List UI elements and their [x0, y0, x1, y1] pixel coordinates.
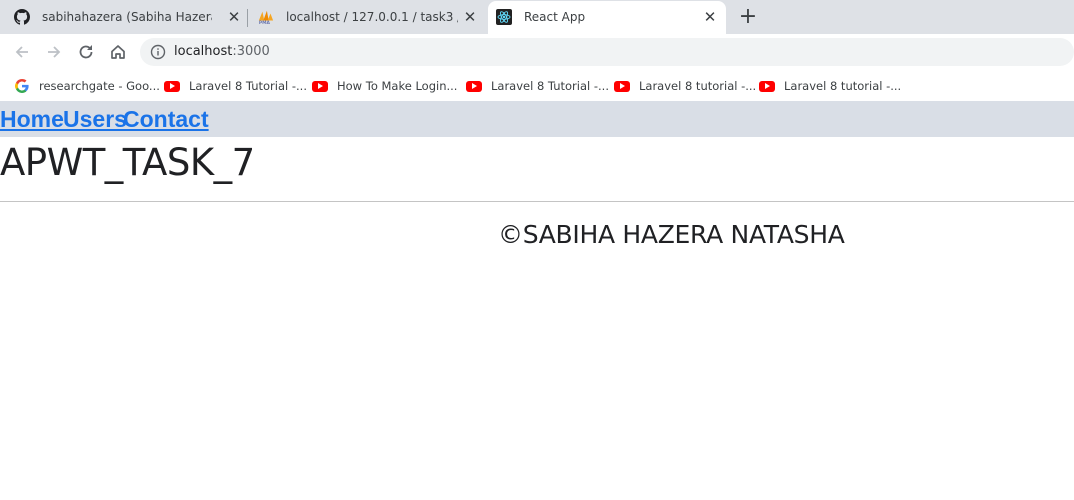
bookmark-item[interactable]: Laravel 8 Tutorial -...	[164, 77, 307, 95]
phpmyadmin-icon: PMA	[258, 9, 274, 25]
site-nav: Home Users Contact	[0, 101, 1074, 137]
address-bar[interactable]: localhost:3000	[140, 38, 1074, 66]
bookmark-item[interactable]: researchgate - Goo...	[14, 77, 160, 95]
github-icon	[14, 9, 30, 25]
footer-copyright: ©SABIHA HAZERA NATASHA	[498, 220, 845, 249]
tab-separator	[247, 9, 248, 27]
arrow-right-icon	[48, 46, 61, 58]
bookmark-label: researchgate - Goo...	[39, 79, 160, 93]
page-title: APWT_TASK_7	[0, 141, 255, 184]
url-port: :3000	[232, 44, 270, 59]
bookmark-item[interactable]: Laravel 8 tutorial -...	[759, 77, 901, 95]
close-icon[interactable]: ✕	[462, 9, 478, 25]
bookmark-label: How To Make Login...	[337, 79, 458, 93]
tab-title: React App	[524, 10, 586, 24]
react-icon	[496, 9, 512, 25]
close-icon[interactable]: ✕	[702, 9, 718, 25]
bookmark-item[interactable]: How To Make Login...	[312, 77, 457, 95]
tab-phpmyadmin[interactable]: PMA localhost / 127.0.0.1 / task3 / use …	[250, 0, 486, 34]
close-icon[interactable]: ✕	[226, 9, 242, 25]
tab-title: sabihahazera (Sabiha Hazera )	[42, 10, 212, 24]
tab-react-app[interactable]: React App ✕	[488, 1, 726, 34]
browser-toolbar: localhost:3000	[0, 34, 1074, 71]
youtube-icon	[312, 78, 328, 94]
nav-link-contact[interactable]: Contact	[123, 106, 209, 133]
bookmark-label: Laravel 8 tutorial -...	[784, 79, 902, 93]
nav-link-users[interactable]: Users	[63, 106, 127, 133]
arrow-left-icon	[15, 46, 28, 58]
youtube-icon	[466, 78, 482, 94]
home-icon	[111, 45, 125, 59]
divider	[0, 201, 1074, 202]
bookmark-label: Laravel 8 Tutorial -...	[189, 79, 307, 93]
url-text[interactable]: localhost:3000	[174, 38, 270, 66]
youtube-icon	[164, 78, 180, 94]
forward-button[interactable]	[42, 40, 66, 64]
bookmarks-bar: researchgate - Goo... Laravel 8 Tutorial…	[0, 71, 1074, 101]
tab-title: localhost / 127.0.0.1 / task3 / use	[286, 10, 458, 24]
bookmark-item[interactable]: Laravel 8 tutorial -...	[614, 77, 756, 95]
url-host: localhost	[174, 44, 233, 59]
google-icon	[14, 78, 30, 94]
back-button[interactable]	[10, 40, 34, 64]
reload-button[interactable]	[74, 40, 98, 64]
svg-text:PMA: PMA	[259, 20, 271, 25]
bookmark-label: Laravel 8 Tutorial -...	[491, 79, 609, 93]
tab-strip: sabihahazera (Sabiha Hazera ) ✕ PMA loca…	[0, 0, 1074, 34]
new-tab-button[interactable]: +	[736, 6, 760, 30]
reload-icon	[79, 45, 93, 59]
bookmark-label: Laravel 8 tutorial -...	[639, 79, 757, 93]
nav-link-home[interactable]: Home	[0, 106, 64, 133]
info-icon[interactable]	[150, 44, 166, 60]
youtube-icon	[759, 78, 775, 94]
tab-github[interactable]: sabihahazera (Sabiha Hazera ) ✕	[6, 0, 246, 34]
bookmark-item[interactable]: Laravel 8 Tutorial -...	[466, 77, 609, 95]
home-button[interactable]	[106, 40, 130, 64]
page-content: Home Users Contact APWT_TASK_7 ©SABIHA H…	[0, 101, 1074, 500]
youtube-icon	[614, 78, 630, 94]
